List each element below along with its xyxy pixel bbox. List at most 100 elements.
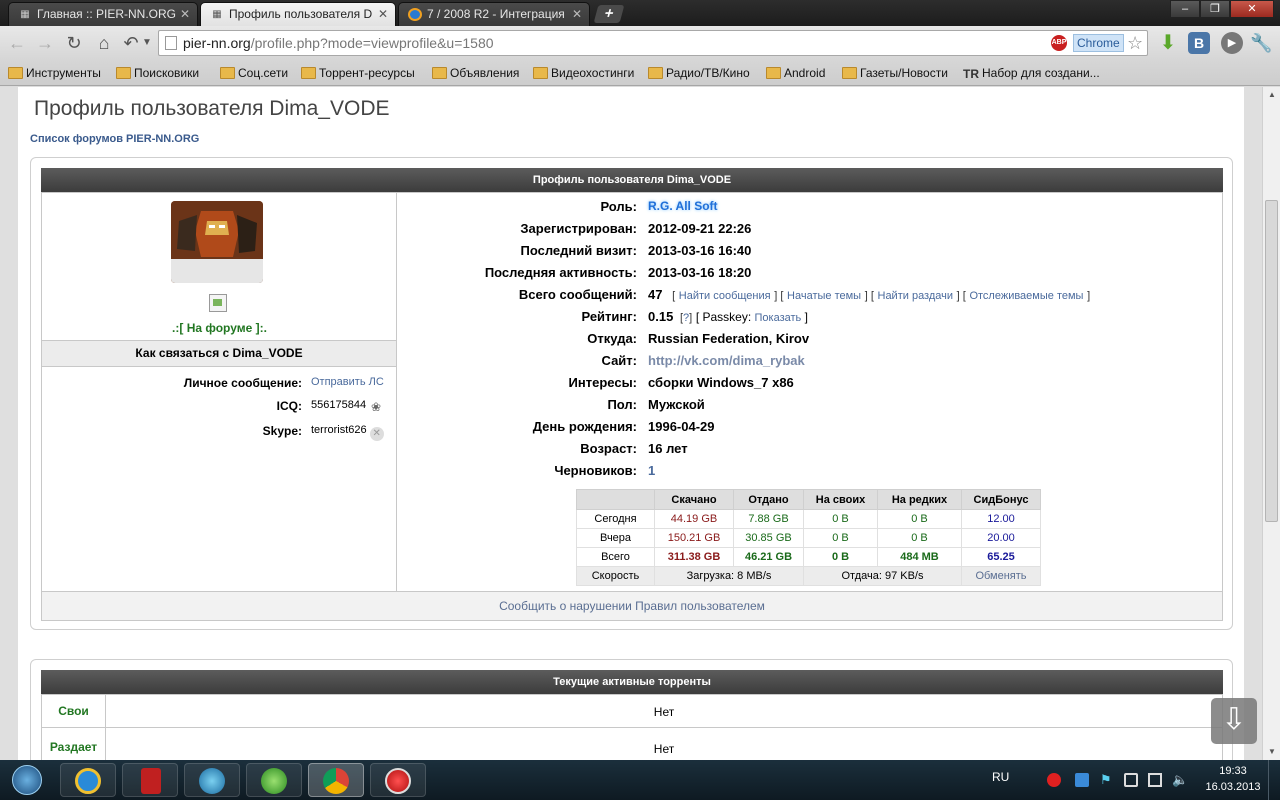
contact-icq-row: ICQ: 556175844 ❀ xyxy=(42,399,397,419)
rating-value: 0.15 xyxy=(648,309,674,324)
bookmark-folder[interactable]: Газеты/Новости xyxy=(840,64,948,82)
close-icon[interactable]: ✕ xyxy=(378,3,388,25)
icq-flower-icon: ❀ xyxy=(371,400,382,414)
stats-cell: 484 MB xyxy=(877,547,962,567)
stats-cell: 7.88 GB xyxy=(733,509,804,529)
taskbar-chrome[interactable] xyxy=(308,763,364,797)
show-desktop-button[interactable] xyxy=(1268,760,1280,800)
drafts-link[interactable]: 1 xyxy=(648,463,655,478)
scroll-down-button[interactable]: ⇩ xyxy=(1211,698,1257,744)
close-icon[interactable]: ✕ xyxy=(180,3,190,25)
tab-profile[interactable]: ▦ Профиль пользователя D ✕ xyxy=(200,2,396,26)
volume-icon[interactable]: 🔈 xyxy=(1172,773,1188,787)
find-releases-link[interactable]: Найти раздачи xyxy=(878,290,954,302)
window-controls: – ❐ ✕ xyxy=(1170,0,1274,18)
stats-header: Отдано xyxy=(733,489,804,510)
contact-pm-row: Личное сообщение: Отправить ЛС xyxy=(42,376,397,396)
role-label: Роль: xyxy=(600,199,637,214)
scroll-down-arrow-icon[interactable]: ▼ xyxy=(1263,744,1280,760)
taskbar-network-app[interactable] xyxy=(246,763,302,797)
send-pm-link[interactable]: Отправить ЛС xyxy=(311,376,384,388)
scroll-up-arrow-icon[interactable]: ▲ xyxy=(1263,87,1280,103)
skype-status-icon: ✕ xyxy=(369,427,384,441)
tab-strip: ▦ Главная :: PIER-NN.ORG ✕ ▦ Профиль пол… xyxy=(0,0,1280,26)
start-button[interactable] xyxy=(6,763,46,797)
tab-home[interactable]: ▦ Главная :: PIER-NN.ORG ✕ xyxy=(8,2,198,26)
site-link[interactable]: http://vk.com/dima_rybak xyxy=(648,353,805,368)
adblock-icon[interactable]: ABP xyxy=(1051,35,1067,51)
chevron-down-icon[interactable]: ▼ xyxy=(140,32,154,54)
tab-integration[interactable]: 7 / 2008 R2 - Интеграция ✕ xyxy=(398,2,590,26)
vk-extension-icon[interactable]: В xyxy=(1188,32,1210,54)
find-posts-link[interactable]: Найти сообщения xyxy=(679,290,771,302)
taskbar-ie[interactable] xyxy=(60,763,116,797)
tray-window-icon[interactable] xyxy=(1075,773,1089,787)
reload-button[interactable]: ↻ xyxy=(63,32,85,54)
profile-header: Профиль пользователя Dima_VODE xyxy=(41,168,1223,192)
started-topics-link[interactable]: Начатые темы xyxy=(787,290,861,302)
flag-icon[interactable]: ⚑ xyxy=(1100,773,1114,787)
tray-record-icon[interactable] xyxy=(1047,773,1061,787)
taskbar-recorder[interactable] xyxy=(370,763,426,797)
forward-button[interactable]: → xyxy=(34,32,56,54)
bookmark-folder[interactable]: Поисковики xyxy=(114,64,199,82)
back-button[interactable]: ← xyxy=(6,32,28,54)
address-bar[interactable]: pier-nn.org/profile.php?mode=viewprofile… xyxy=(158,30,1148,56)
bookmark-folder[interactable]: Радио/ТВ/Кино xyxy=(646,64,750,82)
passkey-show-link[interactable]: Показать xyxy=(755,312,802,324)
stats-header: СидБонус xyxy=(961,489,1041,510)
page-icon xyxy=(165,36,177,50)
watched-topics-link[interactable]: Отслеживаемые темы xyxy=(969,290,1083,302)
close-icon[interactable]: ✕ xyxy=(572,3,582,25)
own-torrents-label: Свои xyxy=(58,704,89,718)
scrollbar-thumb[interactable] xyxy=(1265,200,1278,522)
bookmark-star-icon[interactable]: ☆ xyxy=(1127,31,1143,55)
own-torrents-value: Нет xyxy=(653,705,675,719)
new-tab-button[interactable]: + xyxy=(593,5,625,23)
home-button[interactable]: ⌂ xyxy=(93,32,115,54)
last-visit-row: Последний визит: 2013-03-16 16:40 xyxy=(397,243,1223,263)
language-indicator[interactable]: RU xyxy=(992,770,1009,800)
settings-wrench-icon[interactable]: 🔧 xyxy=(1250,32,1272,54)
bookmark-folder[interactable]: Видеохостинги xyxy=(531,64,634,82)
system-clock[interactable]: 19:33 16.03.2013 xyxy=(1203,763,1263,795)
minimize-button[interactable]: – xyxy=(1170,0,1200,18)
tray-battery-icon[interactable] xyxy=(1124,773,1138,787)
play-extension-icon[interactable]: ▶ xyxy=(1221,32,1243,54)
bookmark-folder[interactable]: Соц.сети xyxy=(218,64,288,82)
bookmark-label: Радио/ТВ/Кино xyxy=(666,66,750,80)
taskbar-app-red[interactable] xyxy=(122,763,178,797)
folder-icon xyxy=(432,67,447,79)
report-user-link[interactable]: Сообщить о нарушении Правил пользователе… xyxy=(42,591,1222,620)
taskbar-media-player[interactable] xyxy=(184,763,240,797)
pm-label: Личное сообщение: xyxy=(183,376,302,390)
close-window-button[interactable]: ✕ xyxy=(1230,0,1274,18)
vertical-scrollbar[interactable]: ▲ ▼ xyxy=(1262,87,1280,760)
folder-icon xyxy=(648,67,663,79)
stats-cell: 0 B xyxy=(877,528,962,548)
folder-icon xyxy=(766,67,781,79)
speed-label: Скорость xyxy=(576,566,655,586)
folder-icon xyxy=(301,67,316,79)
network-icon[interactable] xyxy=(1148,773,1162,787)
bookmark-folder[interactable]: Торрент-ресурсы xyxy=(299,64,415,82)
bookmark-item[interactable]: TR Набор для создани... xyxy=(962,64,1100,82)
last-activity-row: Последняя активность: 2013-03-16 18:20 xyxy=(397,265,1223,285)
exchange-bonus-link[interactable]: Обменять xyxy=(975,570,1026,582)
last-activity-label: Последняя активность: xyxy=(484,265,637,280)
bookmark-folder[interactable]: Объявления xyxy=(430,64,519,82)
restore-button[interactable]: ❐ xyxy=(1200,0,1230,18)
folder-icon xyxy=(842,67,857,79)
download-extension-icon[interactable]: ⬇ xyxy=(1157,32,1179,54)
undo-close-tab-button[interactable]: ↶ xyxy=(120,32,142,54)
drafts-row: Черновиков: 1 xyxy=(397,463,1223,483)
bookmark-label: Газеты/Новости xyxy=(860,66,948,80)
windows-taskbar: RU ⚑ 🔈 19:33 16.03.2013 xyxy=(0,760,1280,800)
bookmark-folder[interactable]: Инструменты xyxy=(6,64,101,82)
page-viewport: Профиль пользователя Dima_VODE Список фо… xyxy=(0,87,1262,760)
registered-value: 2012-09-21 22:26 xyxy=(648,221,752,236)
page-title: Профиль пользователя Dima_VODE xyxy=(34,97,390,120)
bookmark-folder[interactable]: Android xyxy=(764,64,825,82)
active-torrents-panel: Текущие активные торренты Свои Нет Разда… xyxy=(30,659,1233,760)
breadcrumb[interactable]: Список форумов PIER-NN.ORG xyxy=(30,133,199,145)
